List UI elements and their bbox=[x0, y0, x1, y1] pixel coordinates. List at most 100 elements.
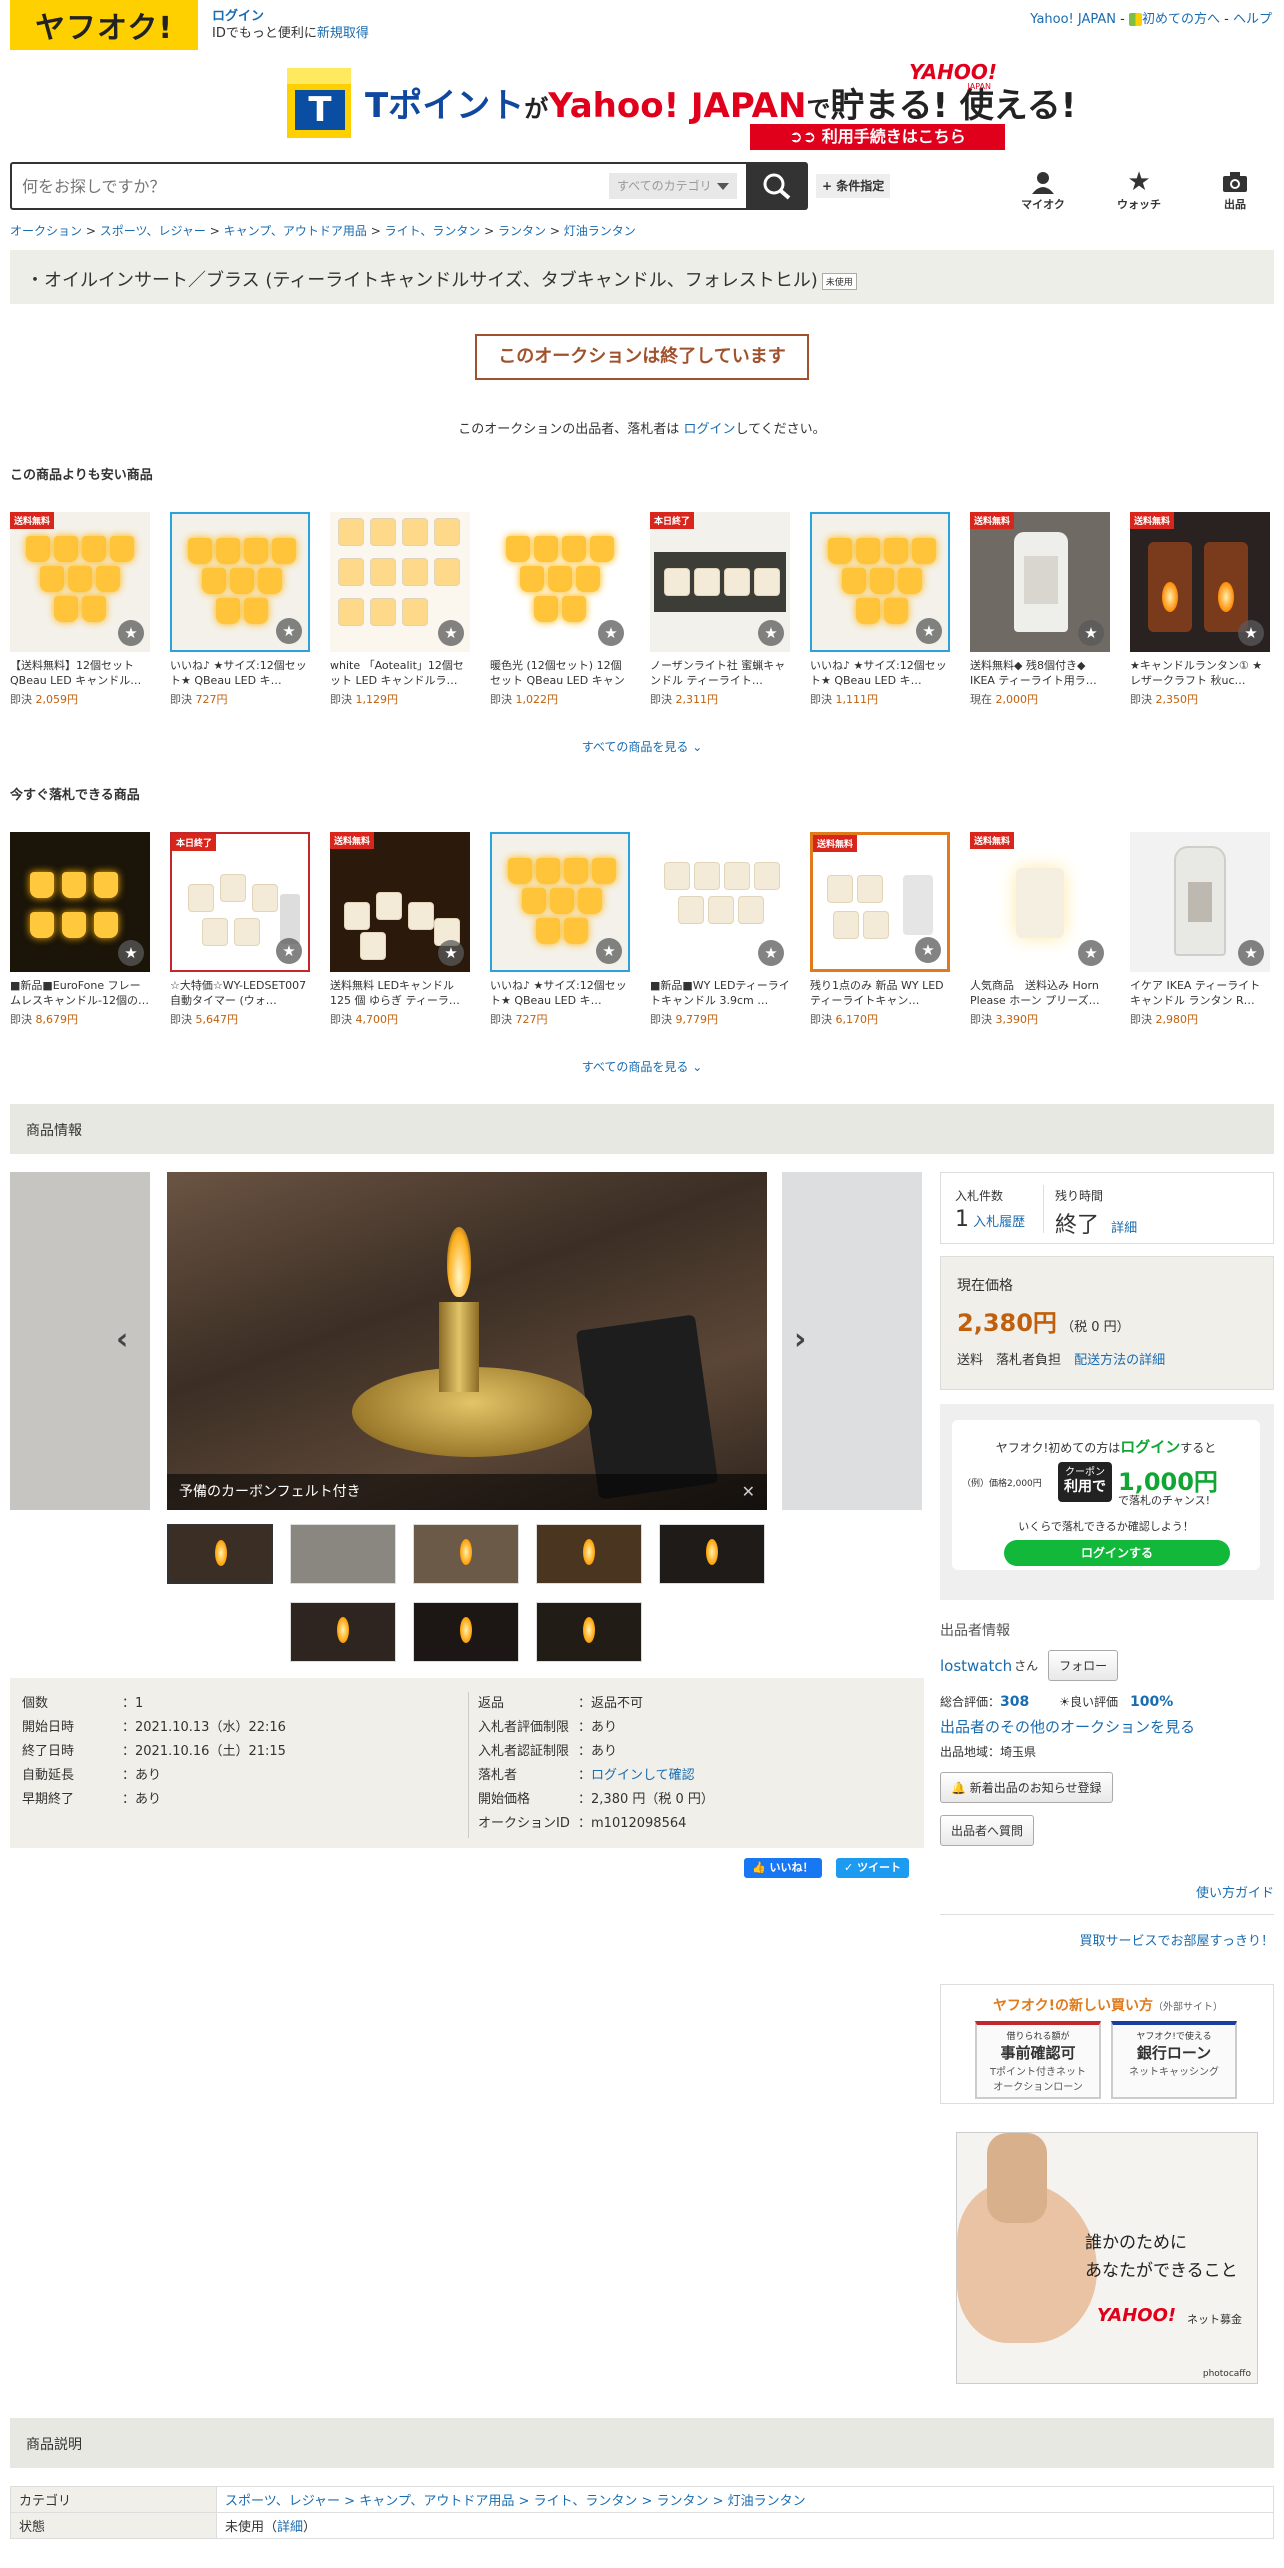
header-links: Yahoo! JAPAN - 初めての方へ - ヘルプ bbox=[1030, 12, 1272, 27]
product-card[interactable]: 送料無料 ★ 人気商品 送料込み Horn Please ホーン プリーズ… 即… bbox=[970, 832, 1110, 1027]
watch-button[interactable]: ★ ウォッチ bbox=[1114, 167, 1164, 212]
see-all-link[interactable]: すべての商品を見る bbox=[582, 740, 689, 754]
gallery-main-image[interactable]: 予備のカーボンフェルト付き ✕ bbox=[167, 1172, 767, 1510]
watch-star-icon[interactable]: ★ bbox=[1238, 620, 1264, 646]
product-card[interactable]: ★ white 「Aotealit」12個セット LED キャンドルラ… 即決 … bbox=[330, 512, 470, 707]
thumbnail[interactable] bbox=[290, 1602, 396, 1662]
product-card[interactable]: ★ ■新品■WY LEDティーライトキャンドル 3.9cm … 即決 9,779… bbox=[650, 832, 790, 1027]
ask-seller-button[interactable]: 出品者へ質問 bbox=[940, 1815, 1035, 1846]
breadcrumb-link[interactable]: 灯油ランタン bbox=[564, 224, 636, 238]
thumbnail[interactable] bbox=[659, 1524, 765, 1584]
watch-star-icon[interactable]: ★ bbox=[915, 937, 941, 963]
login-link-inline[interactable]: ログイン bbox=[683, 422, 735, 437]
buynow-heading: 今すぐ落札できる商品 bbox=[10, 788, 140, 803]
watch-star-icon[interactable]: ★ bbox=[1078, 940, 1104, 966]
loan-preapproval-card[interactable]: 借りられる額が 事前確認可 Tポイント付きネット オークションローン bbox=[975, 2021, 1101, 2099]
purchase-service-link[interactable]: 買取サービスでお部屋すっきり！ bbox=[1080, 1934, 1274, 1949]
product-card[interactable]: 本日終了 ★ ノーザンライト社 蜜蝋キャンドル ティーライト… 即決 2,311… bbox=[650, 512, 790, 707]
charity-ad[interactable]: 誰かのために あなたができること YAHOO! ネット募金 photocaffo bbox=[956, 2132, 1258, 2384]
title-bar: ・オイルインサート／ブラス (ティーライトキャンドルサイズ、タブキャンドル、フォ… bbox=[10, 250, 1274, 304]
yahoo-japan-link[interactable]: Yahoo! JAPAN bbox=[1030, 12, 1116, 27]
gallery-next-arrow-icon[interactable]: › bbox=[794, 1322, 824, 1362]
winner-login-link[interactable]: ログインして確認 bbox=[591, 1768, 695, 1783]
auto-extend-link[interactable]: 自動延長 bbox=[22, 1764, 122, 1788]
new-listing-notify-button[interactable]: 🔔 新着出品のお知らせ登録 bbox=[940, 1772, 1113, 1803]
breadcrumb-link[interactable]: スポーツ、レジャー bbox=[100, 224, 206, 238]
follow-button[interactable]: フォロー bbox=[1048, 1650, 1119, 1681]
watch-star-icon[interactable]: ★ bbox=[438, 940, 464, 966]
table-row: カテゴリ スポーツ、レジャー > キャンプ、アウトドア用品 > ライト、ランタン… bbox=[10, 2486, 1274, 2513]
product-image: 本日終了 ★ bbox=[650, 512, 790, 652]
breadcrumb-link[interactable]: ライト、ランタン bbox=[385, 224, 481, 238]
product-card[interactable]: ★ いいね♪ ★サイズ:12個セット★ QBeau LED キ… 即決 1,11… bbox=[810, 512, 950, 707]
breadcrumb-link[interactable]: キャンプ、アウトドア用品 bbox=[224, 224, 367, 238]
condition-detail-link[interactable]: 詳細 bbox=[277, 2520, 303, 2535]
usage-guide-link[interactable]: 使い方ガイド bbox=[1196, 1886, 1274, 1901]
help-link[interactable]: ヘルプ bbox=[1233, 12, 1272, 27]
bidder-auth-limit-link[interactable]: 入札者認証制限 bbox=[478, 1740, 578, 1764]
watch-star-icon[interactable]: ★ bbox=[598, 620, 624, 646]
watch-star-icon[interactable]: ★ bbox=[276, 618, 302, 644]
seller-rating-link[interactable]: 308 bbox=[1000, 1694, 1029, 1710]
product-title: 送料無料 LEDキャンドル 125 個 ゆらぎ ティーラ… bbox=[330, 979, 460, 1007]
seller-name-link[interactable]: lostwatch bbox=[940, 1657, 1012, 1675]
myauction-button[interactable]: マイオク bbox=[1018, 168, 1068, 212]
early-end-link[interactable]: 早期終了 bbox=[22, 1788, 122, 1812]
gallery-prev-arrow-icon[interactable]: ‹ bbox=[116, 1322, 146, 1362]
facebook-like-button[interactable]: 👍 いいね！ bbox=[744, 1858, 822, 1878]
category-select[interactable]: すべてのカテゴリ bbox=[609, 173, 737, 199]
watch-star-icon[interactable]: ★ bbox=[1238, 940, 1264, 966]
watch-star-icon[interactable]: ★ bbox=[1078, 620, 1104, 646]
seller-other-auctions-link[interactable]: 出品者のその他のオークションを見る bbox=[940, 1718, 1195, 1736]
see-all-link[interactable]: すべての商品を見る bbox=[582, 1060, 689, 1074]
promo-login-button[interactable]: ログインする bbox=[1004, 1540, 1230, 1566]
thumbnail[interactable] bbox=[536, 1524, 642, 1584]
bank-loan-card[interactable]: ヤフオク!で使える 銀行ローン ネットキャッシング bbox=[1111, 2021, 1237, 2099]
promo-login-link[interactable]: ログイン bbox=[1120, 1438, 1180, 1456]
product-card[interactable]: ★ いいね♪ ★サイズ:12個セット★ QBeau LED キ… 即決 727円 bbox=[490, 832, 630, 1027]
sell-button[interactable]: 出品 bbox=[1210, 168, 1260, 212]
bidder-rating-limit-link[interactable]: 入札者評価制限 bbox=[478, 1716, 578, 1740]
search-button[interactable] bbox=[746, 162, 808, 210]
watch-star-icon[interactable]: ★ bbox=[596, 938, 622, 964]
product-card[interactable]: ★ いいね♪ ★サイズ:12個セット★ QBeau LED キ… 即決 727円 bbox=[170, 512, 310, 707]
register-link[interactable]: 新規取得 bbox=[317, 26, 369, 41]
breadcrumb-link[interactable]: ランタン bbox=[498, 224, 546, 238]
product-card[interactable]: 送料無料 ★ ★キャンドルランタン① ★レザークラフト 秋uc… 即決 2,35… bbox=[1130, 512, 1270, 707]
first-time-link[interactable]: 初めての方へ bbox=[1142, 12, 1220, 27]
banner-procedure-button[interactable]: ➲➲ 利用手続きはこちら bbox=[750, 124, 1005, 150]
product-card[interactable]: ★ 暖色光 (12個セット) 12個セット QBeau LED キャンド… 即決… bbox=[490, 512, 630, 707]
shipping-details-link[interactable]: 配送方法の詳細 bbox=[1074, 1353, 1165, 1368]
thumbnail[interactable] bbox=[413, 1602, 519, 1662]
thumbnail[interactable] bbox=[413, 1524, 519, 1584]
tweet-button[interactable]: ✓ ツイート bbox=[836, 1858, 910, 1878]
product-card[interactable]: ★ ■新品■EuroFone フレームレスキャンドル-12個の… 即決 8,67… bbox=[10, 832, 150, 1027]
watch-star-icon[interactable]: ★ bbox=[758, 620, 784, 646]
product-card[interactable]: 送料無料 ★ 送料無料 LEDキャンドル 125 個 ゆらぎ ティーラ… 即決 … bbox=[330, 832, 470, 1027]
watch-star-icon[interactable]: ★ bbox=[118, 940, 144, 966]
watch-star-icon[interactable]: ★ bbox=[916, 618, 942, 644]
product-card[interactable]: 送料無料 ★ 送料無料◆ 残8個付き◆ IKEA ティーライト用ラ… 現在 2,… bbox=[970, 512, 1110, 707]
conditions-button[interactable]: + 条件指定 bbox=[816, 174, 891, 198]
breadcrumb-link[interactable]: オークション bbox=[10, 224, 82, 238]
watch-star-icon[interactable]: ★ bbox=[118, 620, 144, 646]
caption-close-icon[interactable]: ✕ bbox=[742, 1474, 755, 1510]
watch-star-icon[interactable]: ★ bbox=[276, 938, 302, 964]
thumbnail[interactable] bbox=[290, 1524, 396, 1584]
product-image: ★ bbox=[170, 512, 310, 652]
yafuoku-logo[interactable]: ヤフオク! bbox=[10, 0, 198, 50]
login-link[interactable]: ログイン bbox=[212, 9, 264, 24]
details-link[interactable]: 詳細 bbox=[1111, 1221, 1137, 1236]
watch-star-icon[interactable]: ★ bbox=[438, 620, 464, 646]
product-card[interactable]: 送料無料 ★ 【送料無料】12個セット QBeau LED キャンドル… 即決 … bbox=[10, 512, 150, 707]
category-path-link[interactable]: スポーツ、レジャー > キャンプ、アウトドア用品 > ライト、ランタン > ラン… bbox=[225, 2494, 806, 2509]
product-card[interactable]: 本日終了 ★ ☆大特価☆WY-LEDSET007 自動タイマー (ウォ… 即決 … bbox=[170, 832, 310, 1027]
thumbnail[interactable] bbox=[536, 1602, 642, 1662]
watch-star-icon[interactable]: ★ bbox=[758, 940, 784, 966]
bid-history-link[interactable]: 入札履歴 bbox=[973, 1215, 1025, 1230]
thumbnail[interactable] bbox=[167, 1524, 273, 1584]
search-input[interactable] bbox=[22, 164, 602, 208]
product-card[interactable]: ★ イケア IKEA ティーライト キャンドル ランタン R… 即決 2,980… bbox=[1130, 832, 1270, 1027]
product-card[interactable]: 送料無料 ★ 残り1点のみ 新品 WY LEDティーライトキャン… 即決 6,1… bbox=[810, 832, 950, 1027]
tpoint-banner[interactable]: T TポイントがYahoo! JAPANで貯まる! 使える! YAHOO! JA… bbox=[285, 60, 1076, 152]
